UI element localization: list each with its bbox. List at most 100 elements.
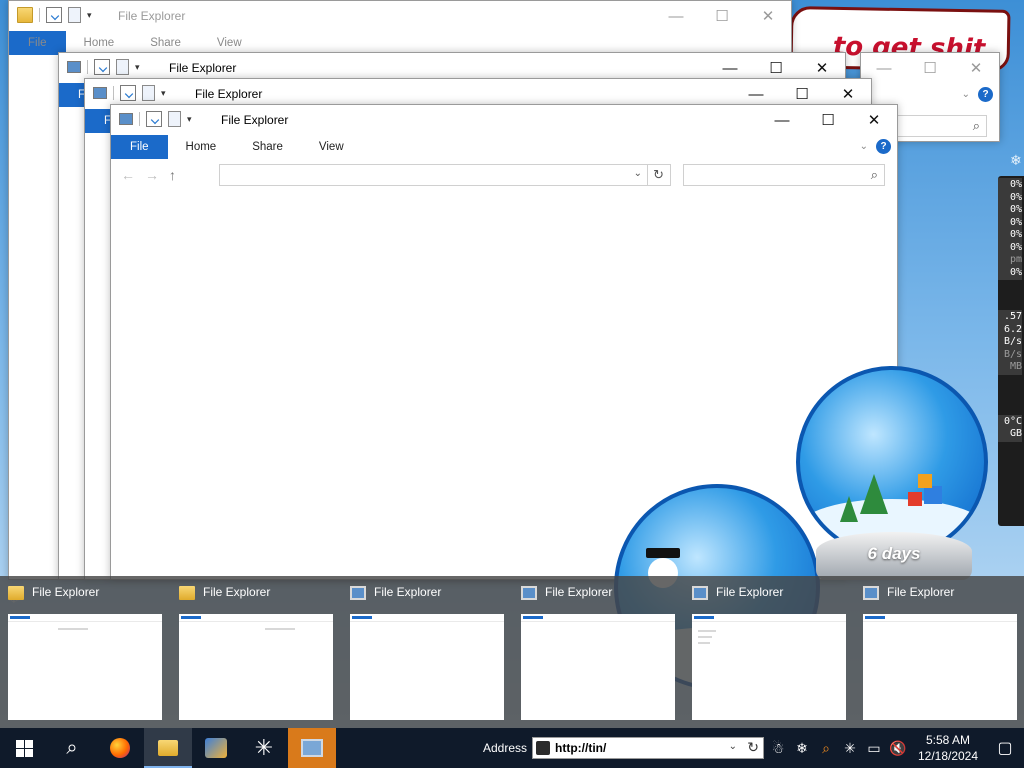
switcher-item[interactable]: File Explorer [171, 576, 342, 728]
search-box[interactable]: ⌕ [897, 115, 987, 137]
this-pc-icon [350, 586, 366, 600]
tab-share[interactable]: Share [234, 135, 301, 159]
tab-view[interactable]: View [301, 135, 362, 159]
minimize-button[interactable]: — [759, 105, 805, 135]
snowman-icon[interactable]: ☃ [766, 740, 790, 757]
switcher-item[interactable]: File Explorer [684, 576, 855, 728]
search-box[interactable]: ⌕ [683, 164, 885, 186]
back-arrow-icon[interactable]: ← [121, 167, 135, 183]
page-icon [536, 741, 550, 755]
window-preview[interactable] [350, 614, 504, 720]
customize-toolbar-icon[interactable]: ▾ [187, 114, 192, 125]
refresh-icon[interactable]: ↻ [653, 167, 664, 183]
switcher-item[interactable]: File Explorer [0, 576, 171, 728]
window-title: File Explorer [195, 87, 263, 101]
new-folder-icon[interactable] [168, 111, 181, 127]
window-title: File Explorer [221, 113, 289, 127]
window-preview[interactable] [692, 614, 846, 720]
taskbar-file-explorer[interactable] [144, 728, 192, 768]
properties-icon[interactable] [46, 7, 62, 23]
navigation-bar: ← → ↑ ⌄ ↻ ⌕ [111, 159, 897, 191]
window-title: File Explorer [169, 61, 237, 75]
gauge-value: 0% [1009, 241, 1022, 253]
close-button[interactable]: ✕ [953, 53, 999, 83]
gauge-value: pm [1009, 254, 1022, 265]
taskbar-snowflake-app[interactable]: ✳ [240, 728, 288, 768]
taskbar-firefox[interactable] [96, 728, 144, 768]
new-folder-icon[interactable] [68, 7, 81, 23]
window-preview[interactable] [521, 614, 675, 720]
search-tray-icon[interactable]: ⌕ [814, 740, 838, 757]
notification-center-icon[interactable]: ▢ [986, 738, 1024, 758]
gauge-value: 0% [1009, 191, 1022, 203]
customize-toolbar-icon[interactable]: ▾ [87, 10, 92, 21]
switcher-item[interactable]: File Explorer [342, 576, 513, 728]
countdown-label: 6 days [867, 544, 921, 563]
properties-icon[interactable] [120, 85, 136, 101]
address-toolbar-label: Address [483, 741, 528, 755]
clock-date: 12/18/2024 [917, 749, 979, 763]
snow-globe-large [796, 366, 988, 558]
maximize-button[interactable]: ☐ [805, 105, 851, 135]
gauge-value: 0% [1009, 266, 1022, 278]
folder-icon [8, 586, 24, 600]
windows-logo-icon [15, 739, 33, 757]
chevron-down-icon[interactable]: ⌄ [962, 89, 970, 100]
properties-icon[interactable] [146, 111, 162, 127]
gauge-value: 0°C [1003, 415, 1022, 427]
customize-toolbar-icon[interactable]: ▾ [161, 88, 166, 99]
customize-toolbar-icon[interactable]: ▾ [135, 62, 140, 73]
start-button[interactable] [0, 728, 48, 768]
window-preview[interactable] [179, 614, 333, 720]
refresh-icon[interactable]: ↻ [747, 739, 759, 756]
switcher-item-title: File Explorer [32, 585, 100, 599]
minimize-button[interactable]: — [653, 1, 699, 31]
maximize-button[interactable]: ☐ [699, 1, 745, 31]
gauge-value: 0% [1009, 216, 1022, 228]
address-bar[interactable]: ⌄ ↻ [219, 164, 671, 186]
this-pc-icon [692, 586, 708, 600]
new-folder-icon[interactable] [116, 59, 129, 75]
help-icon[interactable]: ? [876, 139, 891, 154]
new-folder-icon[interactable] [142, 85, 155, 101]
taskbar-app[interactable] [192, 728, 240, 768]
tab-file[interactable]: File [111, 135, 168, 159]
gauge-value: 0% [1009, 179, 1022, 190]
address-dropdown-icon[interactable]: ⌄ [729, 741, 737, 752]
gauge-value: GB [1009, 428, 1022, 439]
window-switcher: File Explorer File Explorer File Explore… [0, 576, 1024, 728]
search-icon: ⌕ [972, 118, 980, 133]
up-arrow-icon[interactable]: ↑ [169, 167, 176, 183]
gauge-value: B/s [1003, 336, 1022, 347]
taskbar: ⌕ ✳ Address ☃ ❄ ⌕ ✳ ▭ 🔇 5:58 AM 12/18/20… [0, 728, 1024, 768]
search-icon: ⌕ [870, 167, 878, 182]
search-button[interactable]: ⌕ [48, 728, 96, 768]
switcher-item[interactable]: File Explorer [855, 576, 1024, 728]
switcher-item-title: File Explorer [887, 585, 955, 599]
close-button[interactable]: ✕ [745, 1, 791, 31]
gauge-value: B/s [1003, 348, 1022, 360]
properties-icon[interactable] [94, 59, 110, 75]
app-icon [205, 738, 227, 758]
help-icon[interactable]: ? [978, 87, 993, 102]
address-dropdown-icon[interactable]: ⌄ [634, 168, 642, 179]
clock[interactable]: 5:58 AM 12/18/2024 [910, 732, 986, 764]
taskbar-monitor-app[interactable] [288, 728, 336, 768]
tab-home[interactable]: Home [168, 135, 235, 159]
close-button[interactable]: ✕ [851, 105, 897, 135]
expand-ribbon-icon[interactable]: ⌄ [860, 141, 868, 152]
switcher-item[interactable]: File Explorer [513, 576, 684, 728]
switcher-item-title: File Explorer [545, 585, 613, 599]
folder-icon [179, 586, 195, 600]
window-title: File Explorer [118, 9, 186, 23]
snow-globe-base: 6 days [816, 532, 972, 580]
snowflake-tray-icon[interactable]: ❄ [790, 740, 814, 757]
taskbar-address-input[interactable]: http://tin/ ⌄ ↻ [532, 737, 764, 759]
forward-arrow-icon[interactable]: → [145, 167, 159, 183]
window-preview[interactable] [863, 614, 1017, 720]
maximize-button[interactable]: ☐ [907, 53, 953, 83]
sparkle-icon[interactable]: ✳ [838, 740, 862, 757]
volume-muted-icon[interactable]: 🔇 [886, 740, 910, 757]
window-preview[interactable] [8, 614, 162, 720]
network-icon[interactable]: ▭ [862, 740, 886, 757]
